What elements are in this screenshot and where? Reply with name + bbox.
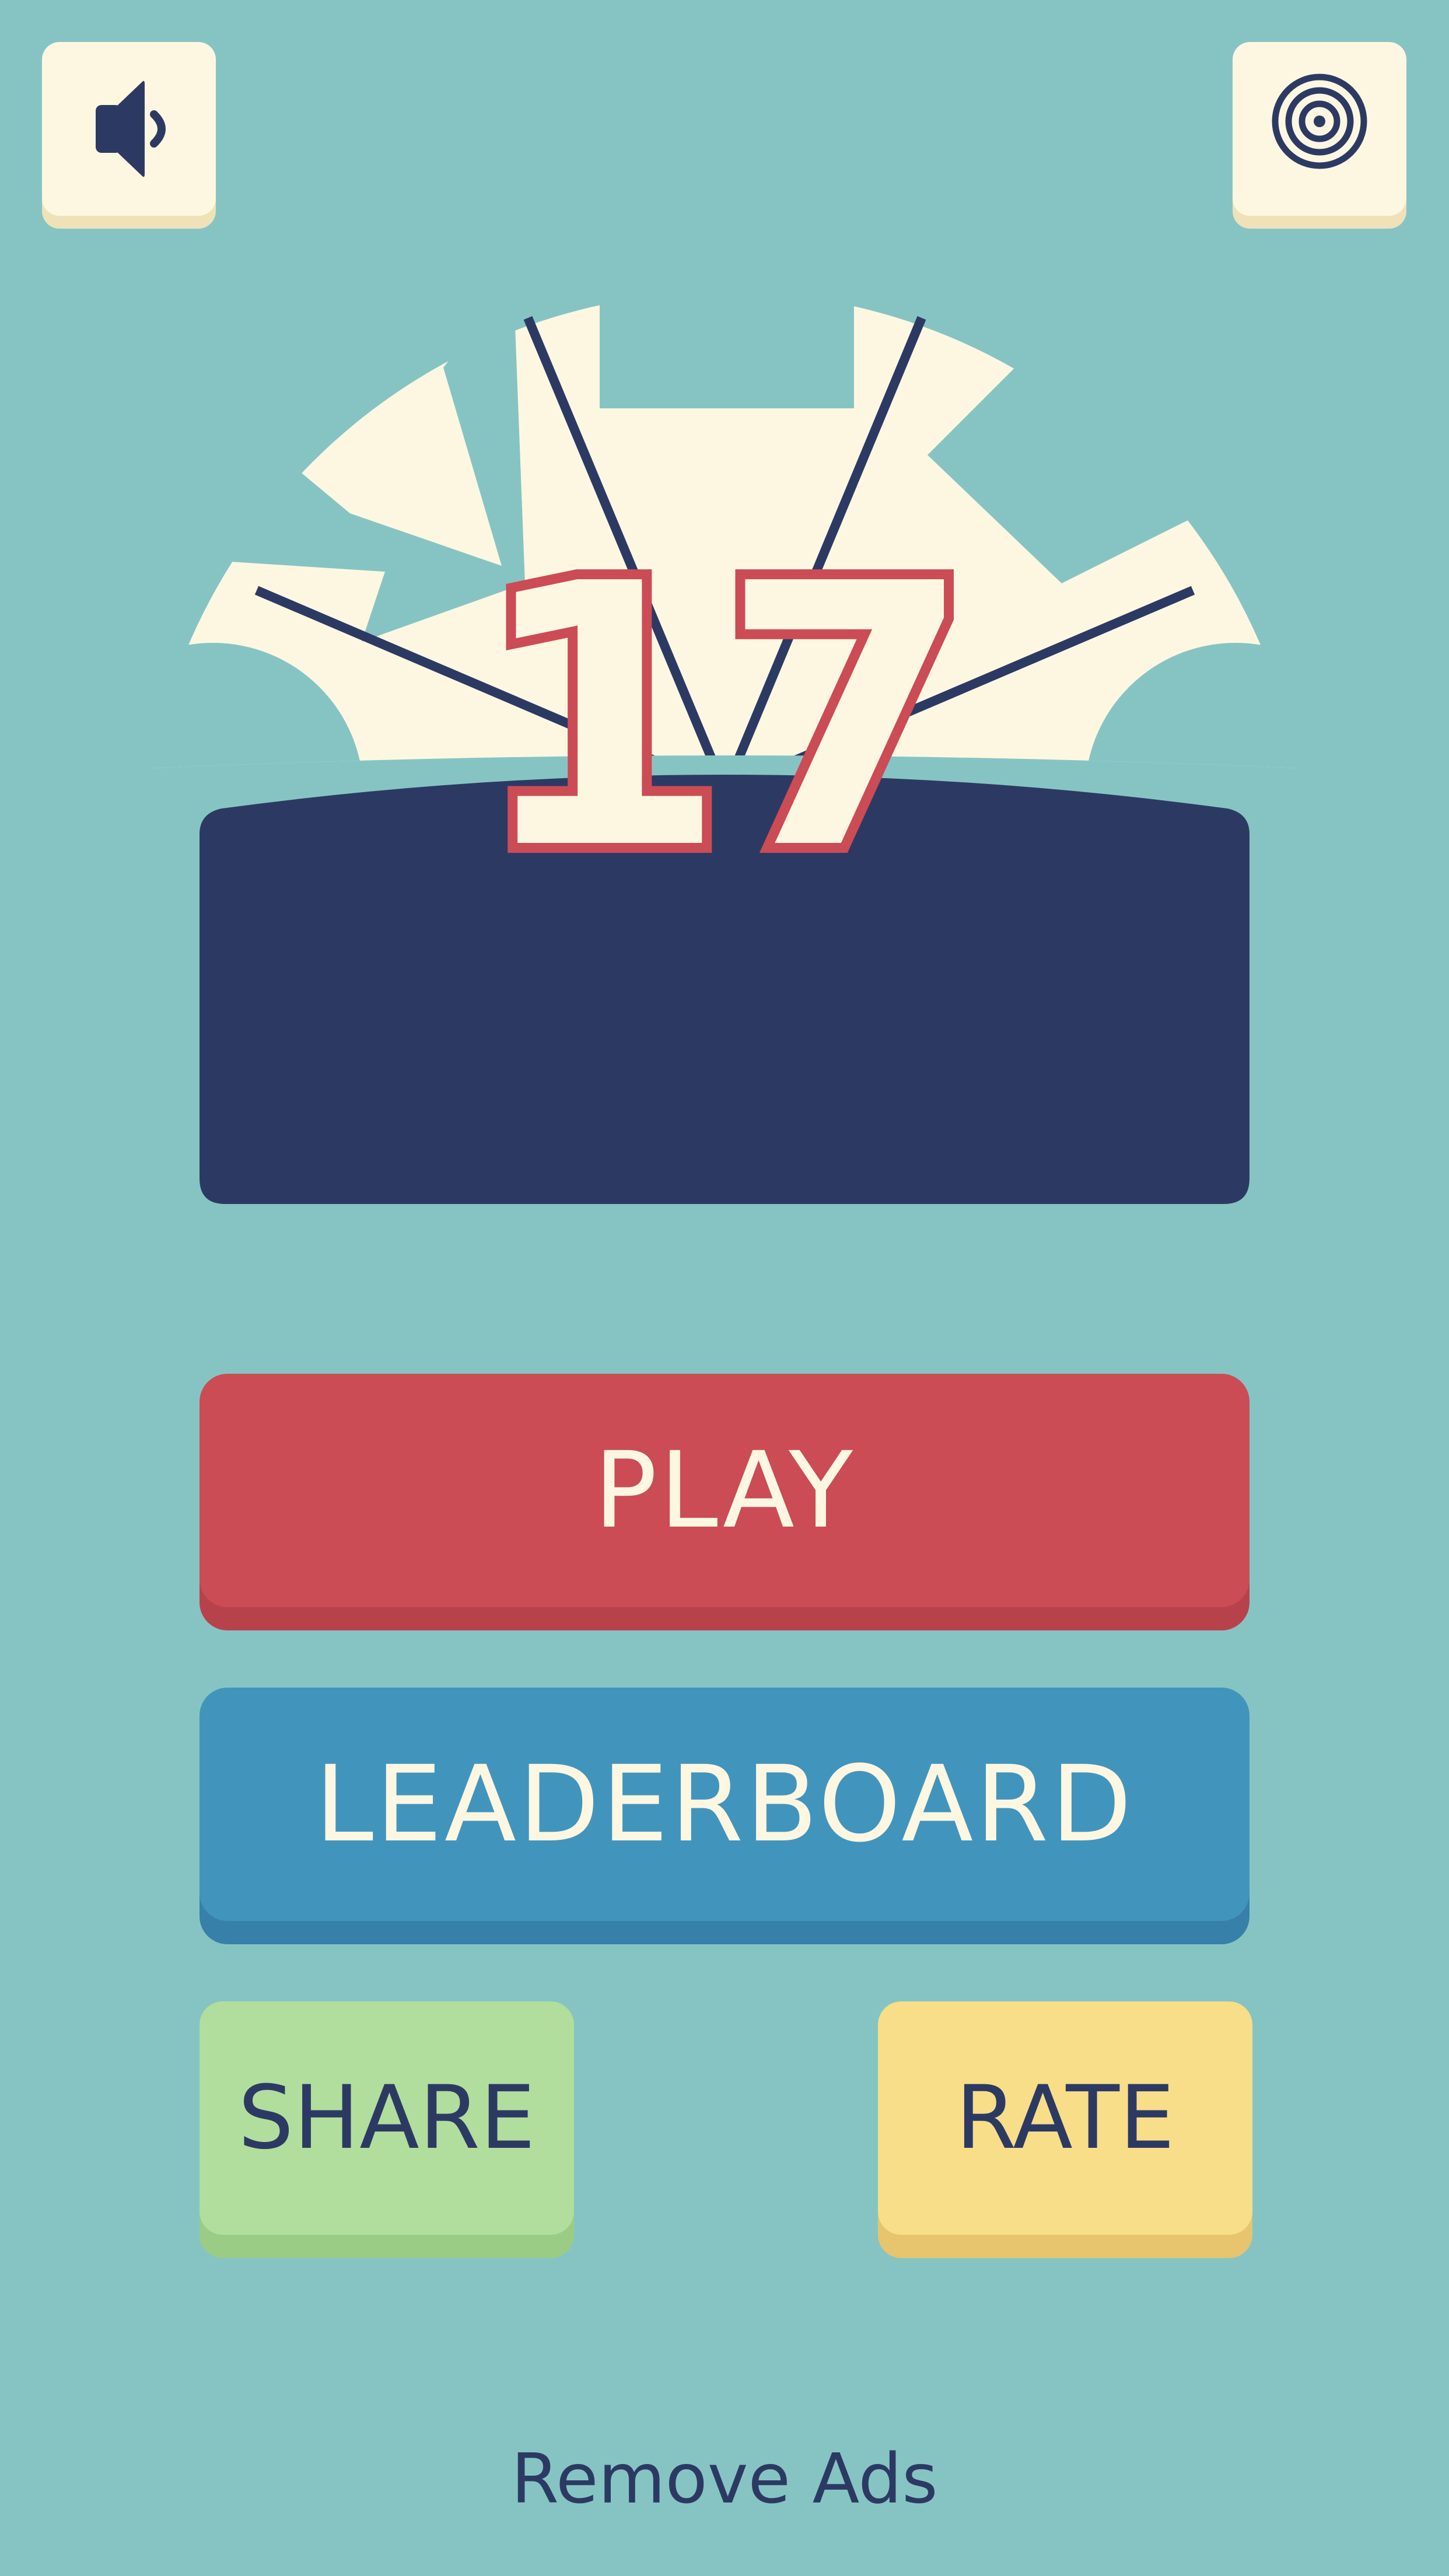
play-button-label: PLAY xyxy=(593,1429,856,1552)
share-button-label: SHARE xyxy=(238,2067,536,2169)
play-button[interactable]: PLAY xyxy=(200,1374,1250,1607)
score-number: 17 xyxy=(475,508,967,929)
rate-button[interactable]: RATE xyxy=(878,2001,1252,2235)
share-button[interactable]: SHARE xyxy=(200,2001,574,2235)
rate-button-label: RATE xyxy=(956,2067,1175,2169)
remove-ads-link[interactable]: Remove Ads xyxy=(0,2438,1449,2519)
game-logo: 17 xyxy=(62,233,1386,1204)
leaderboard-button-label: LEADERBOARD xyxy=(314,1743,1135,1866)
leaderboard-button[interactable]: LEADERBOARD xyxy=(200,1688,1250,1921)
